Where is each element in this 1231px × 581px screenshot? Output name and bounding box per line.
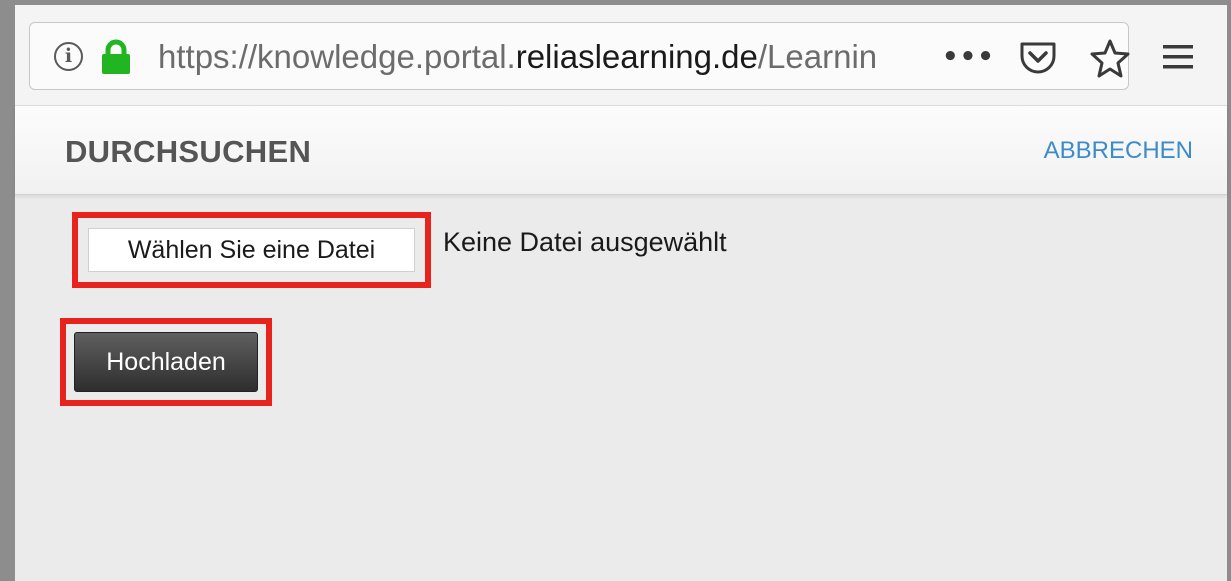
upload-highlight: Hochladen: [60, 318, 272, 406]
choose-file-highlight: Wählen Sie eine Datei: [72, 212, 431, 288]
url-path: /Learnin: [757, 38, 878, 75]
lock-icon[interactable]: [100, 39, 132, 75]
menu-icon[interactable]: [1163, 43, 1193, 71]
upload-dialog: DURCHSUCHEN ABBRECHEN Wählen Sie eine Da…: [15, 105, 1227, 581]
info-icon[interactable]: i: [54, 42, 83, 71]
more-icon[interactable]: •••: [942, 37, 994, 77]
url-prefix: https://knowledge.portal.: [158, 38, 516, 75]
url-fade: [878, 33, 934, 81]
browser-window: i https://knowledge.portal.reliaslearnin…: [0, 0, 1231, 581]
pocket-icon[interactable]: [1018, 40, 1058, 76]
browser-toolbar: i https://knowledge.portal.reliaslearnin…: [15, 5, 1227, 105]
address-bar[interactable]: i https://knowledge.portal.reliaslearnin…: [29, 22, 1130, 90]
dialog-header: DURCHSUCHEN ABBRECHEN: [15, 105, 1227, 195]
star-icon[interactable]: [1090, 38, 1130, 78]
choose-file-button[interactable]: Wählen Sie eine Datei: [88, 228, 415, 272]
dialog-title: DURCHSUCHEN: [65, 134, 312, 169]
upload-button[interactable]: Hochladen: [74, 332, 258, 392]
no-file-selected-label: Keine Datei ausgewählt: [443, 227, 727, 257]
url-domain: reliaslearning.de: [515, 38, 758, 75]
url-text[interactable]: https://knowledge.portal.reliaslearning.…: [158, 37, 928, 77]
cancel-button[interactable]: ABBRECHEN: [1044, 137, 1193, 165]
